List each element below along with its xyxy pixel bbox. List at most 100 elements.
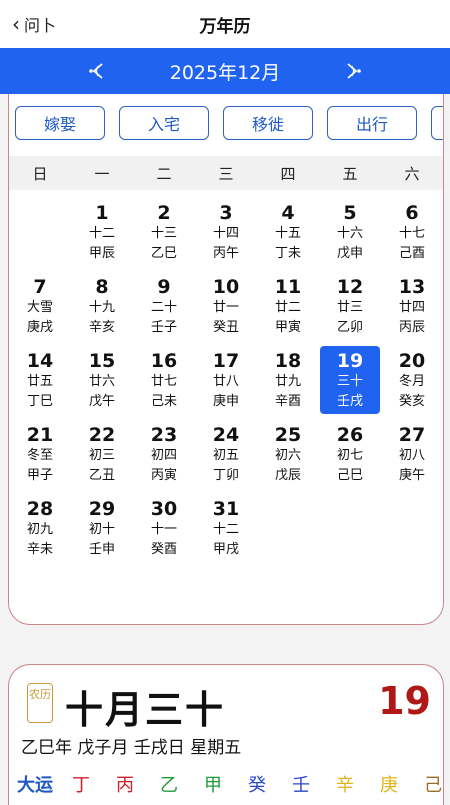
lunar-day-label: 初六 [274,448,301,463]
ganzhi-day-label: 癸丑 [212,320,239,335]
activity-chip[interactable]: 移徙 [223,106,313,140]
activity-chip-partial[interactable] [431,106,443,140]
day-cell[interactable]: 13 廿四 丙辰 [382,272,442,340]
ganzhi-day-label: 壬子 [150,320,177,335]
day-cell[interactable]: 26 初七 己巳 [320,420,380,488]
day-cell[interactable]: 9 二十壬子 [134,272,194,340]
day-cell-selected[interactable]: 19 三十 壬戌 [320,346,380,414]
day-cell[interactable]: 3 十四 丙午 [196,198,256,266]
day-cell[interactable]: 30 十一 癸酉 [134,494,194,562]
day-cell[interactable]: 12 廿三 乙卯 [320,272,380,340]
day-number-label: 16 [150,350,178,372]
lunar-day-label: 廿六 [88,374,115,389]
day-cell[interactable]: 24 初五 丁卯 [196,420,256,488]
day-cell[interactable]: 8 十九 辛亥 [72,272,132,340]
lunar-day-label: 初三 [88,448,115,463]
next-month-icon[interactable] [342,61,364,81]
day-number-label: 19 [336,350,364,372]
day-cell[interactable]: 15 廿六 戊午 [72,346,132,414]
day-number-label: 9 [157,276,171,298]
day-cell[interactable]: 1 十二 甲辰 [72,198,132,266]
ganzhi-day-label: 辛未 [26,542,53,557]
day-number-label: 8 [95,276,109,298]
day-cell[interactable]: 4 十五 丁未 [258,198,318,266]
stem-glyph: 丁 [72,775,90,796]
lunar-day-label: 十四 [212,226,239,241]
day-number-label: 24 [212,424,240,446]
day-number-label: 10 [212,276,240,298]
ganzhi-day-label: 甲戌 [212,542,239,557]
day-cell[interactable]: 31 十二 甲戌 [196,494,256,562]
day-cell[interactable]: 22 初三 乙丑 [72,420,132,488]
calendar-card: 嫁娶 入宅 移徙 出行 日一二三四五六 1 十二 甲辰 2 十三 乙巳 3 十四 丙午 4 十五 丁未 5 十六… [8,94,444,625]
ganzhi-day-label: 辛酉 [274,394,301,409]
ganzhi-day-label: 庚申 [212,394,239,409]
ganzhi-day-label: 庚戌 [26,320,53,335]
dayun-label: 大运 [17,775,53,796]
day-detail-card: 农历 十月三十 19 乙巳年 戊子月 壬戌日 星期五 大运 丁 丙 乙 甲 癸 壬 辛 庚 己 [8,664,444,805]
lunar-day-label: 初五 [212,448,239,463]
ganzhi-day-label: 庚午 [398,468,425,483]
ganzhi-day-label: 壬戌 [336,394,363,409]
lunar-day-label: 廿四 [398,300,425,315]
day-cell[interactable]: 21 冬至 甲子 [10,420,70,488]
day-cell[interactable]: 6 十七 己酉 [382,198,442,266]
day-cell[interactable]: 17 廿八 庚申 [196,346,256,414]
day-number-label: 5 [343,202,357,224]
weekday-label: 三 [218,165,234,183]
lunar-seal-icon: 农历 [27,683,53,723]
weekday-label: 二 [156,165,172,183]
activity-chip[interactable]: 嫁娶 [15,106,105,140]
ganzhi-day-label: 乙巳 [150,246,177,261]
day-cell[interactable]: 28 初九 辛未 [10,494,70,562]
activity-chip[interactable]: 入宅 [119,106,209,140]
ganzhi-day-label: 丙寅 [150,468,177,483]
day-cell[interactable]: 11 廿二甲寅 [258,272,318,340]
day-number-label: 23 [150,424,178,446]
lunar-day-label: 二十 [150,300,177,315]
activity-chip[interactable]: 出行 [327,106,417,140]
day-cell[interactable]: 14 廿五 丁巳 [10,346,70,414]
day-number-label: 6 [405,202,419,224]
day-cell[interactable]: 29 初十 壬申 [72,494,132,562]
day-number: 19 [378,679,431,723]
lunar-day-label: 廿二 [274,300,301,315]
day-cell[interactable]: 18 廿九 辛酉 [258,346,318,414]
day-number-label: 7 [33,276,47,298]
lunar-day-label: 初十 [88,522,115,537]
day-number-label: 11 [274,276,302,298]
page-title: 万年历 [199,17,251,37]
day-cell[interactable]: 16 廿七己未 [134,346,194,414]
day-cell[interactable]: 2 十三 乙巳 [134,198,194,266]
ganzhi-day-label: 甲子 [26,468,53,483]
day-cell[interactable]: 10 廿一 癸丑 [196,272,256,340]
month-label[interactable]: 2025年12月 [0,58,450,85]
day-number-label: 2 [157,202,171,224]
lunar-day-label: 十七 [398,226,425,241]
ganzhi-day-label: 戊辰 [274,468,301,483]
ganzhi-day-label: 丙午 [212,246,239,261]
top-nav-bar: ‹ 问卜 万年历 [0,0,450,48]
day-cell[interactable]: 20 冬月 癸亥 [382,346,442,414]
ganzhi-day-label: 己巳 [336,468,363,483]
lunar-day-label: 初九 [26,522,53,537]
lunar-day-label: 廿五 [26,374,53,389]
day-number-label: 13 [398,276,426,298]
ganzhi-day-label: 甲寅 [274,320,301,335]
lunar-day-label: 初四 [150,448,177,463]
lunar-day-label: 廿七 [150,374,177,389]
ganzhi-day-label: 壬申 [88,542,115,557]
ganzhi-day-label: 己未 [150,394,177,409]
weekday-label: 五 [342,165,358,183]
day-number-label: 12 [336,276,364,298]
day-cell[interactable]: 25 初六 戊辰 [258,420,318,488]
day-cell[interactable]: 23 初四丙寅 [134,420,194,488]
day-cell[interactable]: 27 初八 庚午 [382,420,442,488]
day-number-label: 4 [281,202,295,224]
ganzhi-day-label: 癸酉 [150,542,177,557]
lunar-day-label: 初八 [398,448,425,463]
day-cell[interactable]: 5 十六 戊申 [320,198,380,266]
lunar-day-label: 大雪 [26,300,53,315]
weekday-label: 六 [404,165,420,183]
day-cell[interactable]: 7 大雪庚戌 [10,272,70,340]
